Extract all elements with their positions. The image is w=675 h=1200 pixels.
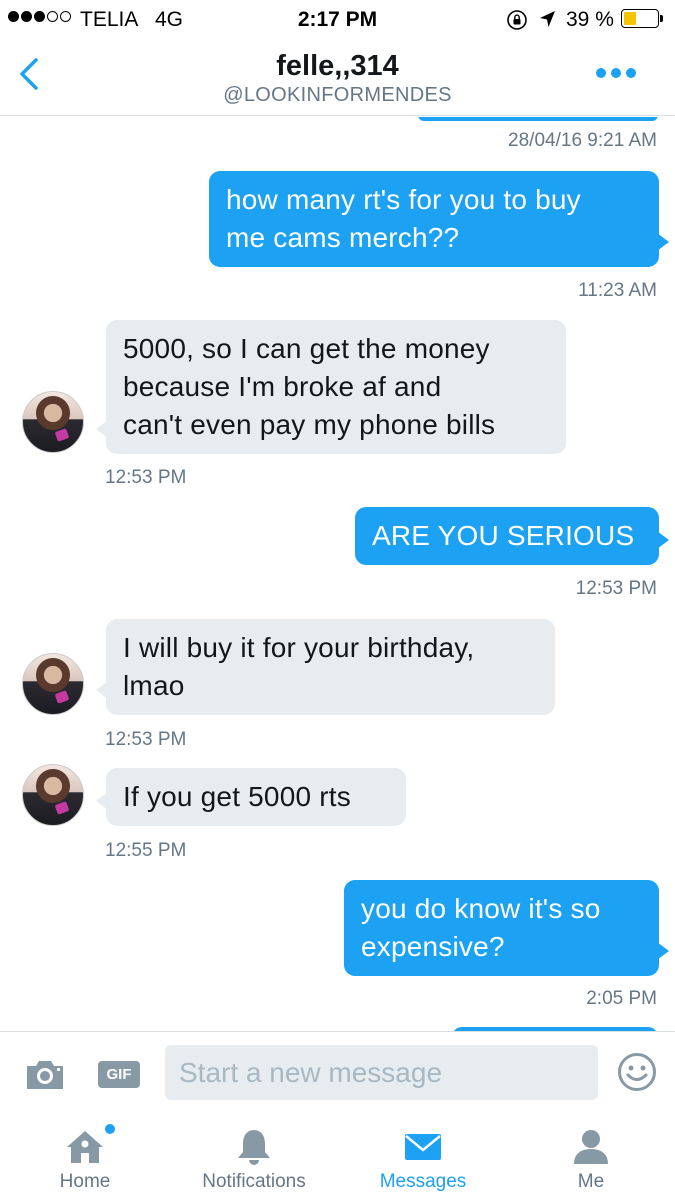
message-timestamp: 28/04/16 9:21 AM <box>508 130 657 151</box>
person-icon <box>574 1130 608 1164</box>
message-bubble-sent[interactable]: you do know it's so expensive? <box>344 880 669 976</box>
message-timestamp: 12:53 PM <box>105 467 187 488</box>
message-timestamp: 2:05 PM <box>586 988 657 1009</box>
message-bubble-received[interactable]: I will buy it for your birthday, lmao <box>96 619 555 715</box>
status-bar: TELIA 4G 2:17 PM 39 % <box>0 0 675 40</box>
message-bubble-received[interactable]: 5000, so I can get the money because I'm… <box>96 320 566 454</box>
location-arrow-icon <box>537 8 557 36</box>
message-text-line: ARE YOU SERIOUS <box>372 520 635 551</box>
message-text-line: can't even pay my phone bills <box>123 409 496 440</box>
tab-bar: Home Notifications Messages Me <box>0 1116 675 1200</box>
message-text-line: If you get 5000 rts <box>123 781 351 812</box>
more-options-button[interactable] <box>596 68 636 78</box>
avatar[interactable] <box>22 764 84 826</box>
contact-name: felle,,314 <box>276 50 399 82</box>
message-bubble-partial <box>418 117 658 121</box>
avatar[interactable] <box>22 391 84 453</box>
message-bubble-sent[interactable]: ARE YOU SERIOUS <box>355 507 669 565</box>
message-bubble-sent[interactable]: how many rt's for you to buy me cams mer… <box>209 171 669 267</box>
tab-messages[interactable]: Messages <box>362 1116 484 1200</box>
avatar[interactable] <box>22 653 84 715</box>
message-timestamp: 12:53 PM <box>105 729 187 750</box>
notification-badge <box>105 1124 115 1134</box>
tab-label: Notifications <box>202 1171 306 1192</box>
more-dots-icon <box>596 68 606 78</box>
message-text-line: because I'm broke af and <box>123 371 442 402</box>
conversation-header: felle,,314 @LOOKINFORMENDES <box>0 40 675 116</box>
message-input[interactable] <box>165 1045 598 1100</box>
message-text-line: I will buy it for your birthday, <box>123 632 475 663</box>
envelope-icon <box>405 1134 441 1160</box>
message-timestamp: 12:53 PM <box>575 578 657 599</box>
message-text-line: how many rt's for you to buy <box>226 184 581 215</box>
battery-level-fill <box>624 12 636 25</box>
message-text-line: me cams merch?? <box>226 222 460 253</box>
home-icon <box>67 1131 103 1163</box>
battery-percent: 39 % <box>566 8 614 31</box>
tab-label: Messages <box>379 1171 467 1192</box>
message-thread[interactable]: 28/04/16 9:21 AM how many rt's for you t… <box>0 117 675 1031</box>
battery-icon <box>621 9 659 28</box>
tab-notifications[interactable]: Notifications <box>183 1116 325 1200</box>
message-timestamp: 12:55 PM <box>105 840 187 861</box>
contact-handle: @LOOKINFORMENDES <box>223 84 452 106</box>
emoji-button[interactable] <box>617 1052 657 1092</box>
camera-button[interactable] <box>24 1056 66 1092</box>
message-text-line: 5000, so I can get the money <box>123 333 490 364</box>
tab-home[interactable]: Home <box>24 1116 146 1200</box>
message-text-line: you do know it's so <box>361 893 601 924</box>
bell-icon <box>238 1130 270 1165</box>
rotation-lock-icon <box>506 9 528 37</box>
smiley-icon <box>618 1053 656 1091</box>
message-timestamp: 11:23 AM <box>578 280 657 301</box>
message-composer: GIF <box>0 1031 675 1116</box>
gif-button[interactable]: GIF <box>98 1061 140 1088</box>
message-bubble-received[interactable]: If you get 5000 rts <box>96 768 406 826</box>
message-text-line: expensive? <box>361 931 505 962</box>
camera-icon <box>27 1061 63 1089</box>
tab-me[interactable]: Me <box>552 1116 630 1200</box>
tab-label: Home <box>59 1171 111 1192</box>
battery-tip <box>660 15 663 22</box>
message-text-line: lmao <box>123 670 185 701</box>
tab-label: Me <box>577 1171 605 1192</box>
